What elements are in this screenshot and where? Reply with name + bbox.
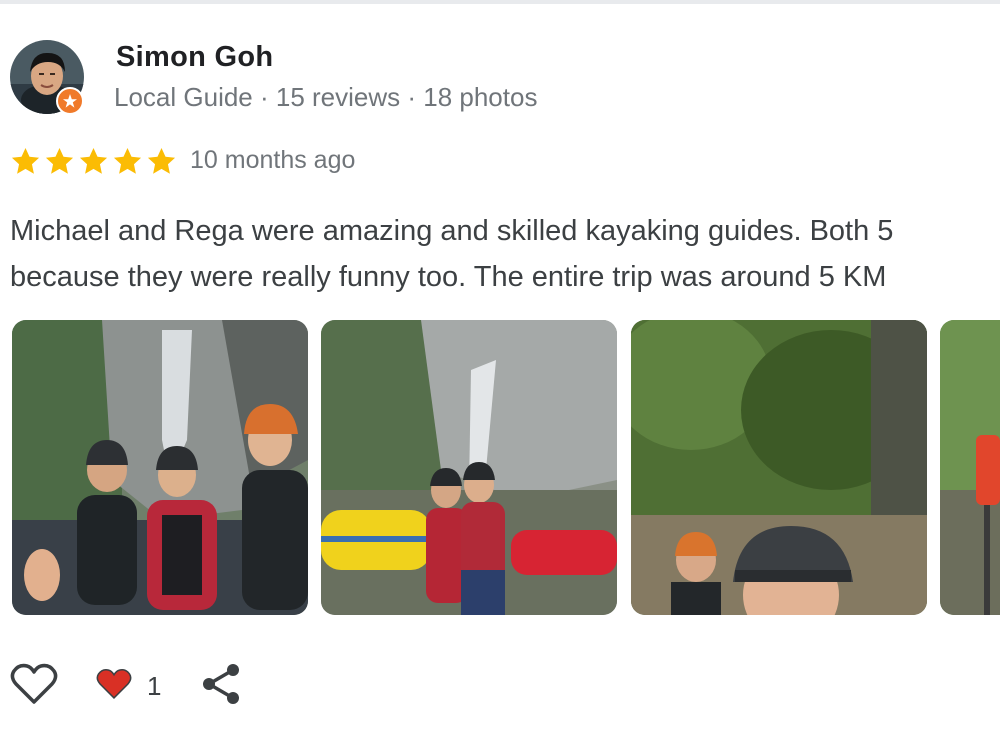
star-icon (79, 147, 108, 174)
review-photo-jungle-river[interactable] (631, 320, 927, 615)
star-icon (45, 147, 74, 174)
heart-outline-icon[interactable] (10, 662, 58, 711)
reviewer-meta: Local Guide · 15 reviews · 18 photos (114, 82, 538, 112)
review-text-line: Michael and Rega were amazing and skille… (10, 215, 894, 247)
star-rating (10, 146, 177, 177)
star-icon (147, 147, 176, 174)
review-photo-group-selfie[interactable] (12, 320, 308, 615)
review-photo-rafts[interactable] (321, 320, 617, 615)
top-divider (0, 0, 1000, 4)
review-text-line: because they were really funny too. The … (10, 261, 887, 293)
star-icon (11, 147, 40, 174)
star-icon (113, 147, 142, 174)
review-text[interactable]: Michael and Rega were amazing and skille… (10, 208, 1000, 298)
local-guide-badge-icon (56, 87, 84, 115)
heart-filled-icon[interactable] (95, 667, 133, 706)
like-count: 1 (147, 671, 162, 701)
reviewer-name[interactable]: Simon Goh (116, 41, 273, 74)
review-date: 10 months ago (190, 146, 356, 174)
share-icon[interactable] (200, 662, 242, 711)
review-photo-paddle[interactable] (940, 320, 1000, 615)
